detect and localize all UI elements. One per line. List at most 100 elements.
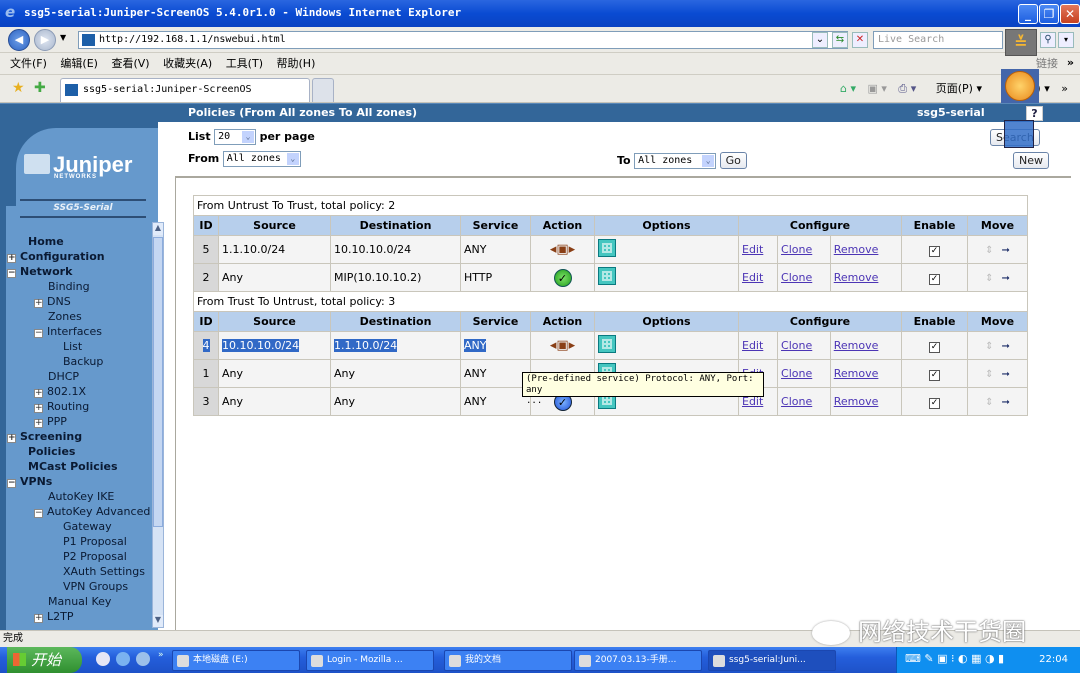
move-arrow-icon[interactable]: ➞ — [1002, 245, 1010, 256]
sidebar-item-ppp[interactable]: + PPP — [6, 414, 146, 429]
sidebar-item-backup[interactable]: Backup — [6, 354, 146, 369]
url-dropdown-icon[interactable]: ⌄ — [812, 32, 828, 48]
sidebar-item-list[interactable]: List — [6, 339, 146, 354]
home-icon[interactable]: ⌂ ▾ — [840, 82, 856, 95]
collapse-icon[interactable]: − — [34, 329, 43, 338]
search-options-icon[interactable]: ▾ — [1058, 32, 1074, 48]
enable-checkbox[interactable]: ✓ — [929, 341, 940, 353]
sidebar-item-home[interactable]: Home — [6, 234, 146, 249]
collapse-icon[interactable]: − — [7, 479, 16, 488]
tray-icons[interactable]: ⌨ ✎ ▣ ⁝ ◐ ▦ ◑ ▮ — [905, 652, 1004, 665]
move-arrow-icon[interactable]: ➞ — [1002, 273, 1010, 284]
sidebar-item-vpns[interactable]: − VPNs — [6, 474, 146, 489]
go-button[interactable]: Go — [719, 152, 747, 169]
maximize-button[interactable]: ❐ — [1039, 4, 1059, 24]
move-arrow-icon[interactable]: ➞ — [1002, 369, 1010, 380]
sidebar-item-network[interactable]: − Network — [6, 264, 146, 279]
back-button[interactable]: ◀ — [8, 29, 30, 51]
minimize-button[interactable]: _ — [1018, 4, 1038, 24]
expand-icon[interactable]: + — [7, 434, 16, 443]
remove-link[interactable]: Remove — [834, 395, 879, 408]
quicklaunch-more-icon[interactable]: » — [158, 650, 164, 660]
per-page-select[interactable]: 20 ⌄ — [214, 129, 257, 145]
browser-tab-active[interactable]: ssg5-serial:Juniper-ScreenOS 5.4.0r1.0 — [60, 78, 310, 117]
enable-checkbox[interactable]: ✓ — [929, 369, 940, 381]
remove-link[interactable]: Remove — [834, 339, 879, 352]
clone-link[interactable]: Clone — [781, 271, 812, 284]
expand-icon[interactable]: + — [34, 614, 43, 623]
add-favorite-icon[interactable]: ✚ — [34, 80, 46, 96]
to-zone-select[interactable]: All zones ⌄ — [634, 153, 717, 169]
url-field[interactable]: http://192.168.1.1/nswebui.html — [78, 31, 848, 49]
forward-button[interactable]: ▶ — [34, 29, 56, 51]
enable-checkbox[interactable]: ✓ — [929, 273, 940, 285]
new-tab-button[interactable] — [312, 78, 334, 102]
sidebar-item-binding[interactable]: Binding — [6, 279, 146, 294]
sidebar-item-autokey-advanced[interactable]: − AutoKey Advanced — [6, 504, 150, 519]
taskbar-task[interactable]: 我的文档 — [444, 650, 572, 671]
sidebar-item-routing[interactable]: + Routing — [6, 399, 146, 414]
new-policy-button[interactable]: New — [1013, 152, 1049, 169]
sidebar-item-802-1x[interactable]: +802.1X — [6, 384, 146, 399]
move-updown-icon[interactable]: ⇕ — [985, 369, 993, 380]
expand-icon[interactable]: + — [7, 254, 16, 263]
taskbar-task[interactable]: Login - Mozilla ... — [306, 650, 434, 671]
collapse-icon[interactable]: − — [34, 509, 43, 518]
sidebar-item-interfaces[interactable]: − Interfaces — [6, 324, 146, 339]
sidebar-item-screening[interactable]: + Screening — [6, 429, 146, 444]
sidebar-item-p1-proposal[interactable]: P1 Proposal — [6, 534, 146, 549]
taskbar-task[interactable]: ssg5-serial:Juni... — [708, 650, 836, 671]
policy-row[interactable]: 2 Any MIP(10.10.10.2) HTTP ✓ Edit Clone Remove ✓… — [193, 263, 1028, 292]
taskbar-task[interactable]: 2007.03.13-手册... — [574, 650, 702, 671]
expand-icon[interactable]: + — [34, 419, 43, 428]
sidebar-item-zones[interactable]: Zones — [6, 309, 146, 324]
live-search-input[interactable]: Live Search — [873, 31, 1003, 49]
links-toolbar[interactable]: 链接 — [1036, 53, 1058, 75]
clone-link[interactable]: Clone — [781, 367, 812, 380]
taskbar-task[interactable]: 本地磁盘 (E:) — [172, 650, 300, 671]
help-icon[interactable]: ? — [1026, 106, 1043, 121]
search-go-icon[interactable]: ⚲ — [1040, 32, 1056, 48]
refresh-icon[interactable]: ⇆ — [832, 32, 848, 48]
menu-favorites[interactable]: 收藏夹(A) — [163, 53, 212, 75]
clone-link[interactable]: Clone — [781, 395, 812, 408]
sidebar-item-policies[interactable]: Policies — [6, 444, 146, 459]
menu-help[interactable]: 帮助(H) — [277, 53, 316, 75]
policy-row[interactable]: 5 1.1.10.0/24 10.10.10.0/24 ANY ◂▣▸ Edit Clone… — [193, 235, 1028, 264]
sidebar-item-configuration[interactable]: + Configuration — [6, 249, 146, 264]
quicklaunch-ie-icon[interactable] — [116, 652, 130, 666]
options-grid-icon[interactable] — [598, 267, 616, 285]
scroll-up-icon[interactable]: ▲ — [153, 223, 163, 235]
sidebar-item-mcast-policies[interactable]: MCast Policies — [6, 459, 146, 474]
edit-link[interactable]: Edit — [742, 339, 763, 352]
move-updown-icon[interactable]: ⇕ — [985, 397, 993, 408]
enable-checkbox[interactable]: ✓ — [929, 397, 940, 409]
clone-link[interactable]: Clone — [781, 243, 812, 256]
sidebar-item-p2-proposal[interactable]: P2 Proposal — [6, 549, 146, 564]
scrollbar-thumb[interactable] — [153, 237, 163, 527]
history-dropdown-icon[interactable]: ▼ — [60, 33, 66, 42]
policy-row[interactable]: 4 10.10.10.0/24 1.1.10.0/24 ANY ◂▣▸ Edit Clone… — [193, 331, 1028, 360]
sidebar-item-dhcp[interactable]: DHCP — [6, 369, 146, 384]
sidebar-item-vpn-groups[interactable]: VPN Groups — [6, 579, 146, 594]
options-grid-icon[interactable] — [598, 239, 616, 257]
edit-link[interactable]: Edit — [742, 271, 763, 284]
move-updown-icon[interactable]: ⇕ — [985, 245, 993, 256]
remove-link[interactable]: Remove — [834, 271, 879, 284]
menu-edit[interactable]: 编辑(E) — [60, 53, 98, 75]
expand-icon[interactable]: + — [34, 299, 43, 308]
start-button[interactable]: 开始 — [7, 647, 82, 673]
sidebar-item-manual-key[interactable]: Manual Key — [6, 594, 146, 609]
move-arrow-icon[interactable]: ➞ — [1002, 341, 1010, 352]
edit-link[interactable]: Edit — [742, 243, 763, 256]
feeds-icon[interactable]: ▣ ▾ — [867, 82, 886, 95]
quicklaunch-app-icon[interactable] — [136, 652, 150, 666]
remove-link[interactable]: Remove — [834, 367, 879, 380]
menu-file[interactable]: 文件(F) — [10, 53, 47, 75]
sidebar-item-autokey-ike[interactable]: AutoKey IKE — [6, 489, 146, 504]
stop-icon[interactable]: ✕ — [852, 32, 868, 48]
move-updown-icon[interactable]: ⇕ — [985, 341, 993, 352]
sidebar-item-gateway[interactable]: Gateway — [6, 519, 146, 534]
remove-link[interactable]: Remove — [834, 243, 879, 256]
from-zone-select[interactable]: All zones ⌄ — [222, 151, 301, 167]
